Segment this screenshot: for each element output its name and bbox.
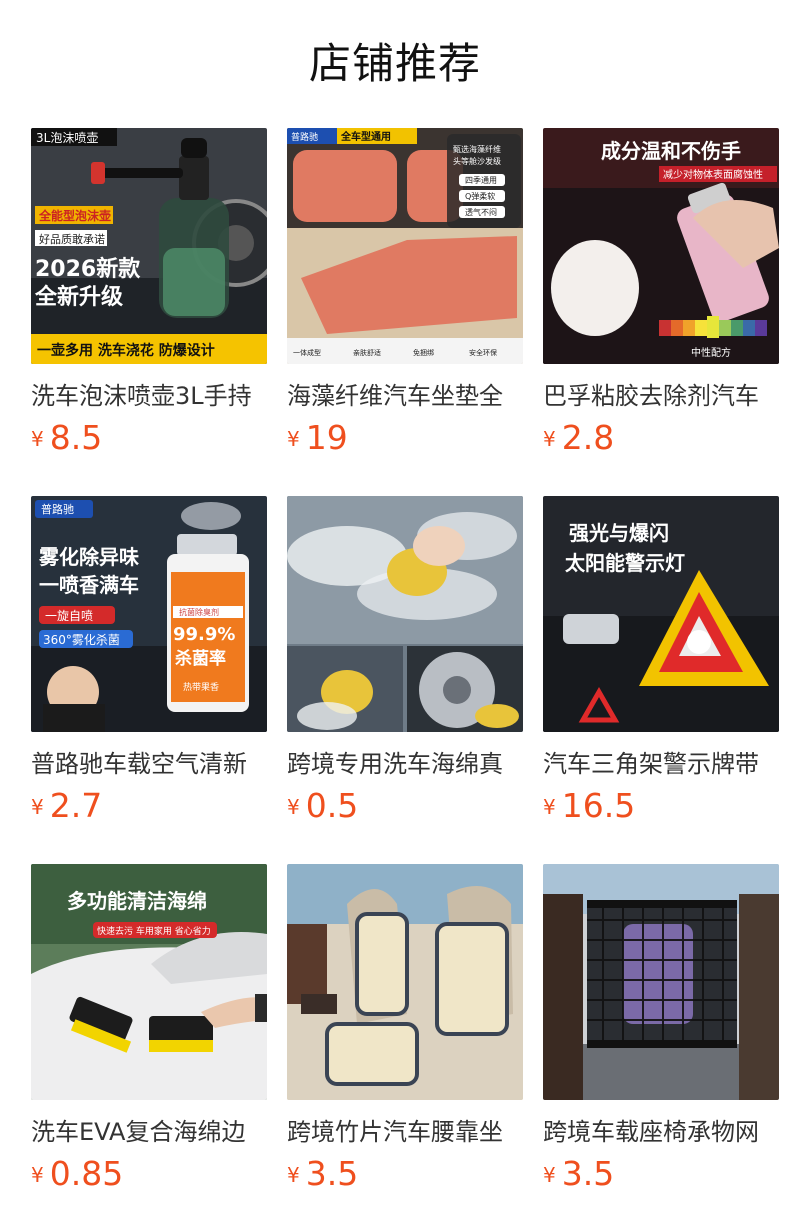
svg-text:好品质敢承诺: 好品质敢承诺	[39, 232, 105, 246]
price-value: 2.8	[561, 418, 615, 457]
svg-text:抗菌除臭剂: 抗菌除臭剂	[179, 607, 219, 617]
svg-text:99.9%: 99.9%	[173, 624, 235, 645]
product-card[interactable]: 3L泡沫喷壶 全能型泡沫壶 好品质敢承诺 2026新款 全新升级 一壶多用 洗车…	[31, 128, 267, 468]
product-image-bamboo-seat-cushion[interactable]	[287, 864, 523, 1100]
svg-text:头等舱沙发级: 头等舱沙发级	[453, 156, 501, 166]
currency-symbol: ¥	[31, 795, 44, 819]
price-value: 3.5	[305, 1154, 359, 1193]
price-value: 19	[305, 418, 348, 457]
product-image-seat-net[interactable]	[543, 864, 779, 1100]
svg-text:一喷香满车: 一喷香满车	[39, 573, 139, 597]
page-title: 店铺推荐	[308, 39, 481, 88]
product-image-foam-sprayer[interactable]: 3L泡沫喷壶 全能型泡沫壶 好品质敢承诺 2026新款 全新升级 一壶多用 洗车…	[31, 128, 267, 364]
currency-symbol: ¥	[543, 427, 556, 451]
product-price: ¥0.5	[287, 784, 358, 828]
svg-text:亲肤舒适: 亲肤舒适	[353, 348, 381, 357]
svg-text:热带果香: 热带果香	[183, 681, 219, 693]
product-price: ¥2.7	[31, 784, 102, 828]
currency-symbol: ¥	[543, 795, 556, 819]
svg-text:快速去污 车用家用 省心省力: 快速去污 车用家用 省心省力	[97, 925, 211, 937]
product-name[interactable]: 跨境竹片汽车腰靠坐	[287, 1116, 523, 1148]
product-name[interactable]: 洗车泡沫喷壶3L手持	[31, 380, 267, 412]
product-price: ¥19	[287, 416, 348, 460]
product-name[interactable]: 洗车EVA复合海绵边	[31, 1116, 267, 1148]
svg-text:免捆绑: 免捆绑	[413, 348, 434, 357]
svg-text:安全环保: 安全环保	[469, 348, 497, 357]
product-price: ¥8.5	[31, 416, 102, 460]
svg-text:全车型通用: 全车型通用	[340, 130, 391, 143]
product-image-seat-cushion[interactable]: 甄选海藻纤维 头等舱沙发级 四季通用 Q弹柔软 透气不闷 普路驰 全车型通用 一…	[287, 128, 523, 364]
svg-text:雾化除异味: 雾化除异味	[39, 545, 139, 569]
currency-symbol: ¥	[31, 427, 44, 451]
svg-text:普路驰: 普路驰	[291, 131, 318, 143]
svg-text:一壶多用 洗车浇花 防爆设计: 一壶多用 洗车浇花 防爆设计	[37, 342, 215, 359]
svg-text:2026新款: 2026新款	[35, 256, 141, 282]
currency-symbol: ¥	[543, 1163, 556, 1187]
product-price: ¥16.5	[543, 784, 635, 828]
svg-text:太阳能警示灯: 太阳能警示灯	[565, 551, 685, 575]
svg-text:全能型泡沫壶: 全能型泡沫壶	[38, 208, 111, 223]
price-value: 0.85	[49, 1154, 124, 1193]
product-card[interactable]: 甄选海藻纤维 头等舱沙发级 四季通用 Q弹柔软 透气不闷 普路驰 全车型通用 一…	[287, 128, 523, 468]
product-card[interactable]: 跨境车载座椅承物网 ¥3.5	[543, 864, 779, 1204]
svg-text:成分温和不伤手: 成分温和不伤手	[601, 139, 741, 163]
product-image-adhesive-remover[interactable]: 成分温和不伤手 减少对物体表面腐蚀性 中性配方	[543, 128, 779, 364]
svg-text:多功能清洁海绵: 多功能清洁海绵	[67, 889, 207, 913]
product-name[interactable]: 海藻纤维汽车坐垫全	[287, 380, 523, 412]
price-value: 8.5	[49, 418, 103, 457]
product-name[interactable]: 跨境车载座椅承物网	[543, 1116, 779, 1148]
image-text: 3L泡沫喷壶	[36, 130, 98, 145]
product-name[interactable]: 普路驰车载空气清新	[31, 748, 267, 780]
product-price: ¥3.5	[543, 1152, 614, 1196]
product-image-air-freshener[interactable]: 抗菌除臭剂 99.9% 杀菌率 热带果香 普路驰 雾化除异味 一喷香满车 一旋自…	[31, 496, 267, 732]
product-card[interactable]: 多功能清洁海绵 快速去污 车用家用 省心省力 洗车EVA复合海绵边 ¥0.85	[31, 864, 267, 1204]
svg-text:强光与爆闪: 强光与爆闪	[569, 521, 669, 545]
svg-text:一旋自喷: 一旋自喷	[45, 609, 93, 623]
svg-text:全新升级: 全新升级	[34, 284, 123, 310]
svg-text:四季通用: 四季通用	[465, 175, 497, 185]
product-card[interactable]: 抗菌除臭剂 99.9% 杀菌率 热带果香 普路驰 雾化除异味 一喷香满车 一旋自…	[31, 496, 267, 836]
product-name[interactable]: 巴孚粘胶去除剂汽车	[543, 380, 779, 412]
product-card[interactable]: 跨境竹片汽车腰靠坐 ¥3.5	[287, 864, 523, 1204]
price-value: 2.7	[49, 786, 103, 825]
price-value: 16.5	[561, 786, 636, 825]
product-card[interactable]: 强光与爆闪 太阳能警示灯 汽车三角架警示牌带 ¥16.5	[543, 496, 779, 836]
product-name[interactable]: 汽车三角架警示牌带	[543, 748, 779, 780]
currency-symbol: ¥	[287, 795, 300, 819]
product-image-eva-sponge[interactable]: 多功能清洁海绵 快速去污 车用家用 省心省力	[31, 864, 267, 1100]
svg-text:普路驰: 普路驰	[41, 502, 74, 516]
product-price: ¥3.5	[287, 1152, 358, 1196]
svg-text:一体成型: 一体成型	[293, 348, 321, 357]
currency-symbol: ¥	[287, 1163, 300, 1187]
product-price: ¥0.85	[31, 1152, 123, 1196]
product-card[interactable]: 跨境专用洗车海绵真 ¥0.5	[287, 496, 523, 836]
product-card[interactable]: 成分温和不伤手 减少对物体表面腐蚀性 中性配方 巴孚粘胶去除剂汽车 ¥2.8	[543, 128, 779, 468]
svg-text:杀菌率: 杀菌率	[175, 648, 226, 669]
svg-text:甄选海藻纤维: 甄选海藻纤维	[453, 144, 501, 154]
svg-text:360°雾化杀菌: 360°雾化杀菌	[43, 632, 120, 647]
svg-text:Q弹柔软: Q弹柔软	[465, 191, 495, 201]
product-image-warning-triangle[interactable]: 强光与爆闪 太阳能警示灯	[543, 496, 779, 732]
svg-text:中性配方: 中性配方	[691, 346, 731, 359]
price-value: 3.5	[561, 1154, 615, 1193]
product-price: ¥2.8	[543, 416, 614, 460]
currency-symbol: ¥	[287, 427, 300, 451]
product-name[interactable]: 跨境专用洗车海绵真	[287, 748, 523, 780]
currency-symbol: ¥	[31, 1163, 44, 1187]
product-image-wash-sponge[interactable]	[287, 496, 523, 732]
svg-text:减少对物体表面腐蚀性: 减少对物体表面腐蚀性	[663, 168, 763, 181]
price-value: 0.5	[305, 786, 359, 825]
svg-text:透气不闷: 透气不闷	[465, 207, 497, 217]
